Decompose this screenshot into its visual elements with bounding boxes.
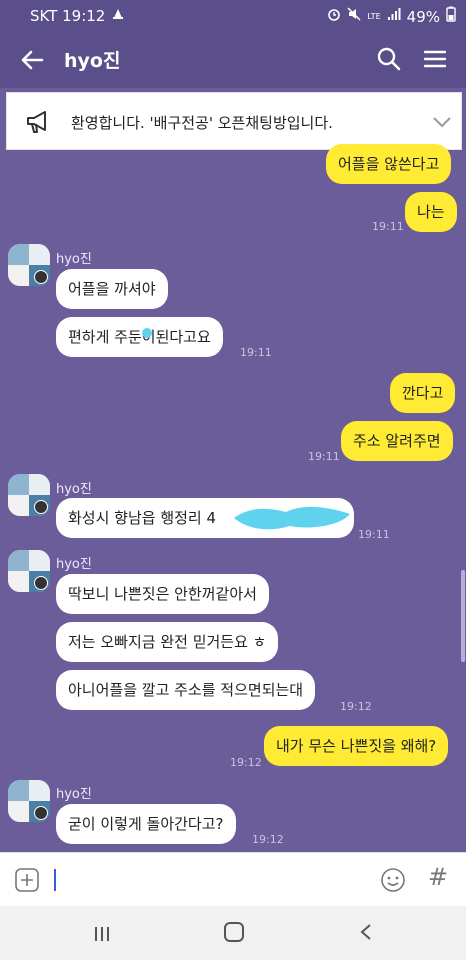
profile-badge-icon: [34, 270, 48, 284]
avatar[interactable]: [8, 474, 50, 516]
scrollbar-thumb[interactable]: [461, 570, 465, 662]
hamburger-menu-icon: [423, 50, 447, 68]
profile-badge-icon: [34, 806, 48, 820]
my-message-bubble[interactable]: 나는: [405, 192, 457, 232]
home-icon[interactable]: [224, 922, 244, 942]
cleaner-icon: [111, 6, 125, 25]
carrier-time: SKT 19:12: [30, 6, 106, 25]
profile-badge-icon: [34, 500, 48, 514]
sender-name: hyo진: [56, 252, 92, 267]
redaction-scribble: [230, 500, 356, 538]
message-text: 화성시 향남읍 행정리 4: [68, 509, 217, 527]
mute-icon: [347, 7, 361, 26]
my-message-bubble[interactable]: 깐다고: [390, 373, 456, 413]
message-time: 19:12: [252, 833, 284, 846]
my-message-bubble[interactable]: 주소 알려주면: [341, 421, 453, 461]
hash-icon[interactable]: #: [428, 863, 448, 891]
menu-button[interactable]: [420, 44, 450, 74]
other-message-bubble[interactable]: 딱보니 나쁜짓은 안한꺼같아서: [56, 574, 269, 614]
status-bar: SKT 19:12 LTE 49%: [0, 0, 466, 30]
alarm-icon: [327, 7, 341, 26]
message-time: 19:11: [372, 220, 404, 233]
status-left: SKT 19:12: [30, 6, 125, 25]
notice-banner[interactable]: 환영합니다. '배구전공' 오픈채팅방입니다.: [6, 92, 462, 150]
status-right: LTE 49%: [327, 6, 456, 27]
megaphone-icon: [25, 109, 53, 135]
system-back-icon[interactable]: [356, 922, 376, 946]
sender-name: hyo진: [56, 482, 92, 497]
avatar[interactable]: [8, 550, 50, 592]
redaction-dot: [142, 328, 152, 338]
battery-percent: 49%: [406, 7, 440, 26]
lte-label: LTE: [367, 11, 381, 21]
other-message-bubble[interactable]: 편하게 주둔이된다고요: [56, 317, 223, 357]
battery-icon: [446, 6, 456, 27]
emoji-icon: [381, 868, 405, 892]
other-message-bubble[interactable]: 아니어플을 깔고 주소를 적으면되는대: [56, 670, 316, 710]
message-input-bar: #: [0, 852, 466, 906]
profile-badge-icon: [34, 576, 48, 590]
other-message-bubble[interactable]: 저는 오빠지금 완전 믿거든요 ㅎ: [56, 622, 279, 662]
chat-title: hyo진: [64, 50, 121, 72]
signal-icon: [387, 7, 401, 26]
message-time: 19:11: [308, 450, 340, 463]
notice-text: 환영합니다. '배구전공' 오픈채팅방입니다.: [71, 114, 333, 132]
message-time: 19:12: [340, 700, 372, 713]
sender-name: hyo진: [56, 787, 92, 802]
search-button[interactable]: [374, 44, 404, 74]
other-message-bubble[interactable]: 어플을 까셔야: [56, 269, 168, 309]
message-time: 19:11: [358, 528, 390, 541]
avatar[interactable]: [8, 780, 50, 822]
attach-button[interactable]: [14, 867, 40, 893]
system-nav-bar: [0, 906, 466, 960]
message-time: 19:12: [230, 756, 262, 769]
my-message-bubble[interactable]: 내가 무슨 나쁜짓을 왜해?: [264, 726, 449, 766]
emoji-button[interactable]: [380, 867, 406, 893]
back-arrow-icon: [21, 50, 44, 70]
chevron-down-icon[interactable]: [431, 111, 453, 133]
message-text: 편하게 주둔이된다고요: [68, 328, 211, 346]
other-message-bubble[interactable]: 굳이 이렇게 돌아간다고?: [56, 804, 236, 844]
avatar[interactable]: [8, 244, 50, 286]
sender-name: hyo진: [56, 557, 92, 572]
back-button[interactable]: [16, 44, 48, 76]
plus-icon: [15, 868, 39, 892]
message-time: 19:11: [240, 346, 272, 359]
recents-icon[interactable]: [92, 924, 112, 948]
text-cursor[interactable]: [54, 869, 56, 891]
my-message-bubble[interactable]: 어플을 않쓴다고: [326, 144, 452, 184]
search-icon: [377, 47, 401, 71]
chat-header: hyo진: [0, 30, 466, 88]
